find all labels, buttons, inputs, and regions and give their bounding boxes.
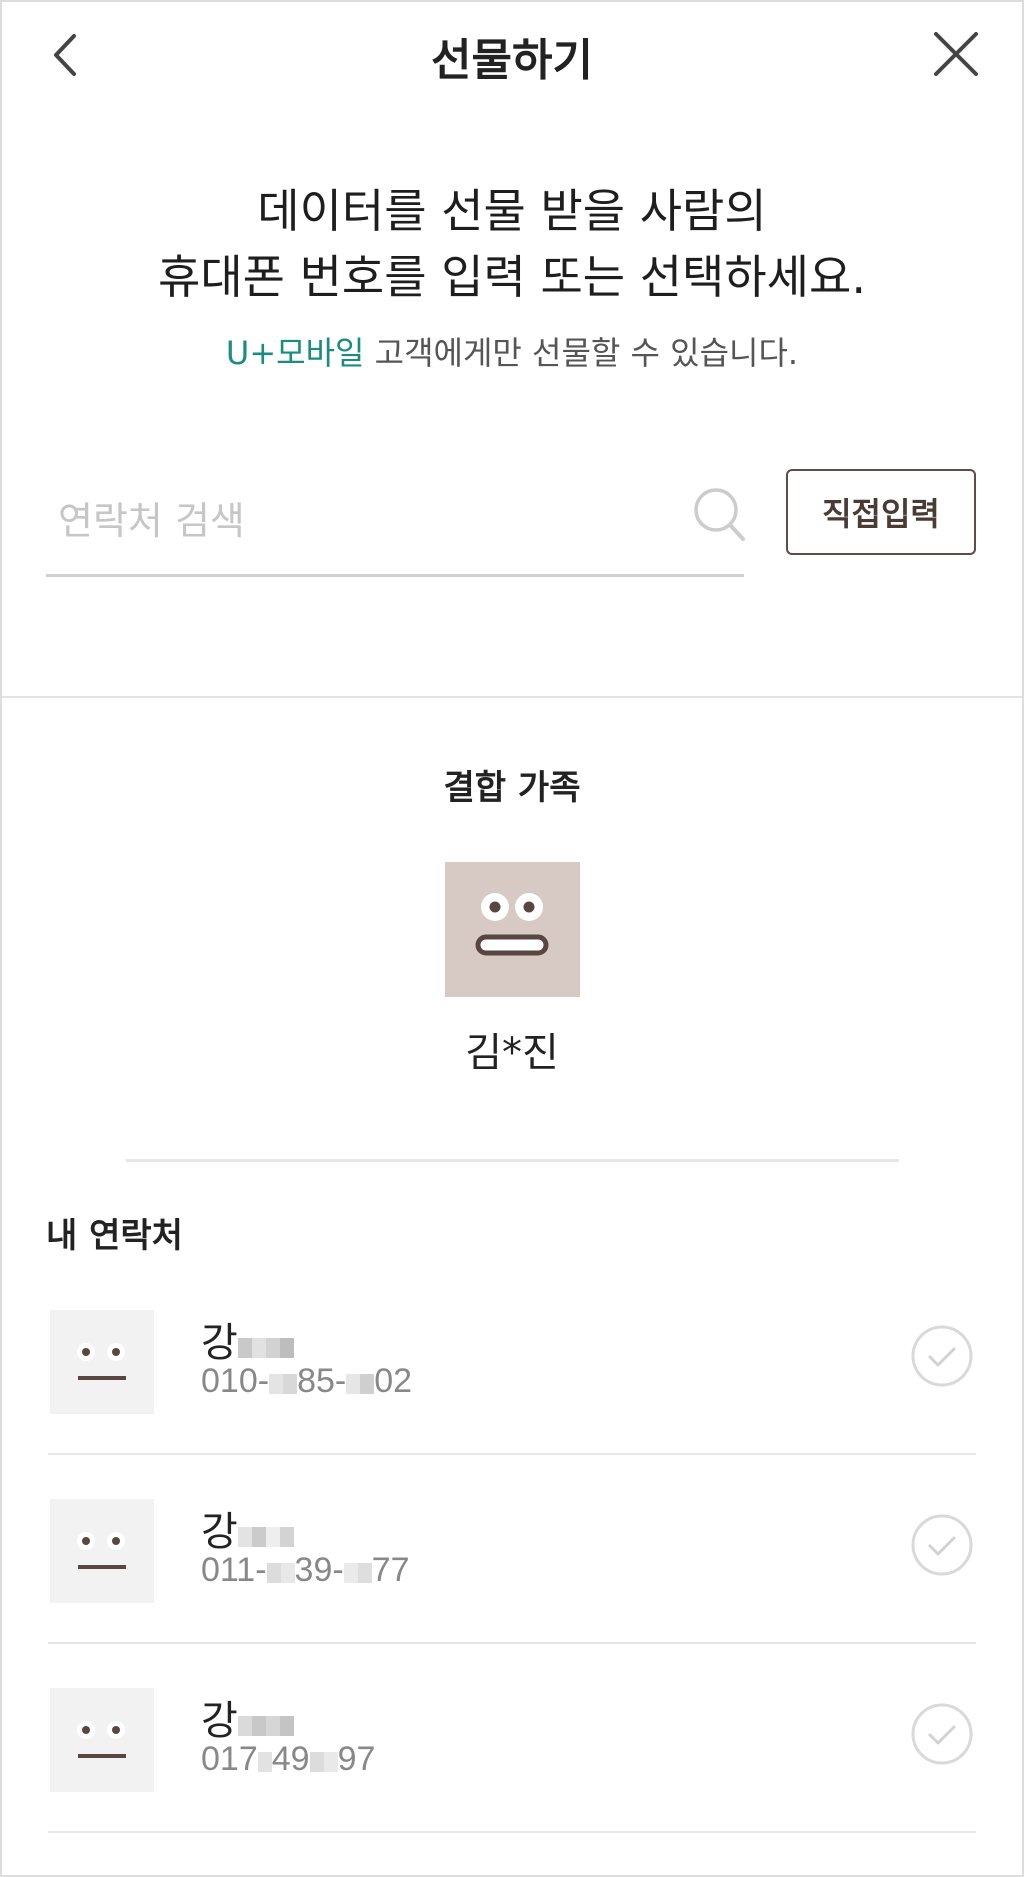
contact-row[interactable]: 강 011- 39- 77: [48, 1499, 976, 1687]
search-icon: [694, 488, 745, 541]
close-button[interactable]: [928, 26, 984, 82]
contacts-section-title: 내 연락처: [46, 1216, 183, 1256]
headline-line-1: 데이터를 선물 받을 사람의: [257, 184, 767, 238]
contact-avatar: [50, 1688, 154, 1792]
face-icon: [77, 1721, 126, 1758]
row-divider: [48, 1831, 976, 1833]
contact-name: 강: [201, 1499, 294, 1555]
blurred-text: [343, 1553, 372, 1592]
check-circle-icon: [911, 1325, 973, 1387]
direct-input-button[interactable]: 직접입력: [786, 469, 976, 555]
check-circle-icon: [911, 1703, 973, 1765]
close-icon: [934, 32, 978, 76]
select-checkbox[interactable]: [910, 1513, 974, 1577]
blurred-text: [346, 1364, 375, 1403]
page-title: 선물하기: [431, 35, 593, 86]
contact-phone: 017 49 97: [201, 1740, 375, 1781]
contact-avatar: [50, 1499, 154, 1603]
face-icon: [475, 893, 549, 956]
select-checkbox[interactable]: [910, 1324, 974, 1388]
contact-name: 강: [201, 1688, 294, 1744]
family-member-avatar[interactable]: [445, 862, 580, 997]
contact-name: 강: [201, 1310, 294, 1366]
notice-text: U+모바일 고객에게만 선물할 수 있습니다.: [0, 328, 1024, 374]
contact-avatar: [50, 1310, 154, 1414]
contact-phone: 011- 39- 77: [201, 1551, 410, 1592]
contact-phone: 010- 85- 02: [201, 1362, 412, 1403]
face-icon: [77, 1343, 126, 1380]
blurred-text: [309, 1742, 338, 1781]
contact-row[interactable]: 강 017 49 97: [48, 1688, 976, 1876]
family-section-title: 결합 가족: [443, 768, 581, 808]
search-button[interactable]: [690, 484, 750, 546]
family-member-name: 김*진: [465, 1030, 559, 1076]
family-divider: [126, 1159, 899, 1162]
row-divider: [48, 1642, 976, 1644]
section-divider: [2, 696, 1022, 698]
contact-search: [46, 476, 745, 577]
headline: 데이터를 선물 받을 사람의 휴대폰 번호를 입력 또는 선택하세요.: [0, 178, 1024, 310]
check-circle-icon: [911, 1514, 973, 1576]
blurred-text: [266, 1553, 295, 1592]
headline-line-2: 휴대폰 번호를 입력 또는 선택하세요.: [158, 250, 866, 304]
blurred-text: [269, 1364, 298, 1403]
row-divider: [48, 1453, 976, 1455]
brand-name: U+모바일: [225, 334, 365, 372]
search-input[interactable]: [56, 490, 660, 552]
notice-suffix: 고객에게만 선물할 수 있습니다.: [364, 334, 799, 372]
face-icon: [77, 1532, 126, 1569]
select-checkbox[interactable]: [910, 1702, 974, 1766]
contact-row[interactable]: 강 010- 85- 02: [48, 1310, 976, 1498]
blurred-text: [257, 1742, 272, 1781]
header: 선물하기: [0, 0, 1024, 108]
